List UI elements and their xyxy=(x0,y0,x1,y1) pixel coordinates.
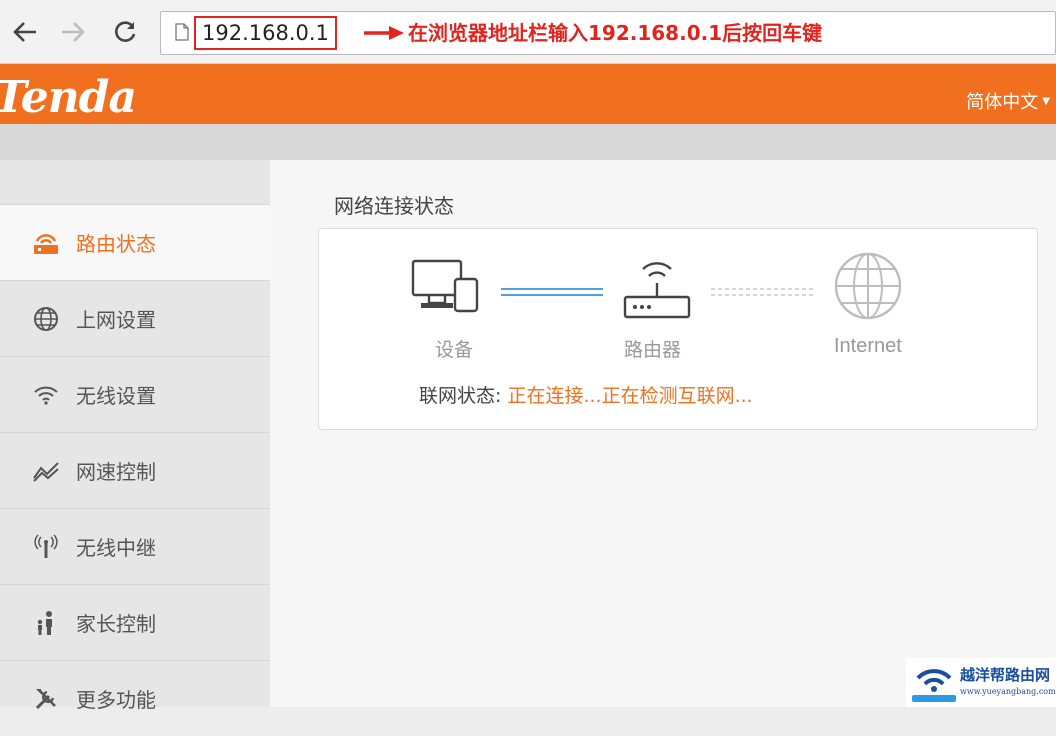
annotation-text: 在浏览器地址栏输入192.168.0.1后按回车键 xyxy=(408,21,823,45)
forward-arrow-icon xyxy=(62,22,85,42)
sidebar-item-label: 路由状态 xyxy=(76,232,156,256)
sidebar-item-wireless-repeater[interactable]: 无线中继 xyxy=(0,508,270,584)
sidebar-item-wireless-settings[interactable]: 无线设置 xyxy=(0,356,270,432)
sidebar-item-label: 家长控制 xyxy=(76,612,156,636)
header-band xyxy=(0,124,1056,160)
watermark: 越洋帮路由网 www.yueyangbang.com xyxy=(906,658,1056,707)
sidebar-item-parental-control[interactable]: 家长控制 xyxy=(0,584,270,660)
internet-label: Internet xyxy=(834,335,902,357)
watermark-subtitle: www.yueyangbang.com xyxy=(960,687,1056,696)
tenda-logo: Tenda xyxy=(0,72,137,120)
device-icon xyxy=(411,259,479,313)
connection-status-card: 设备 路由器 Internet 联网状态: 正在连接...正在检测互联网... xyxy=(318,228,1038,430)
section-title: 网络连接状态 xyxy=(334,194,454,218)
address-bar[interactable]: 192.168.0.1 在浏览器地址栏输入192.168.0.1后按回车键 xyxy=(160,11,1056,55)
language-selector[interactable]: 简体中文 ▼ xyxy=(966,88,1050,114)
router-status-icon xyxy=(30,227,62,259)
back-arrow-icon xyxy=(13,22,36,42)
language-label: 简体中文 xyxy=(966,92,1039,113)
sidebar-item-internet-settings[interactable]: 上网设置 xyxy=(0,280,270,356)
sidebar-item-speed-control[interactable]: 网速控制 xyxy=(0,432,270,508)
antenna-icon xyxy=(30,531,62,563)
back-button[interactable] xyxy=(10,14,40,50)
annotation-arrow-icon xyxy=(364,26,404,40)
speed-chart-icon xyxy=(30,455,62,487)
wifi-router-logo-icon xyxy=(912,669,956,702)
watermark-title: 越洋帮路由网 xyxy=(960,666,1051,684)
main-content: 网络连接状态 设备 路由器 Internet 联网状态: 正在连接...正在检测… xyxy=(270,160,1056,707)
sidebar-item-router-status[interactable]: 路由状态 xyxy=(0,204,270,280)
sidebar-item-label: 上网设置 xyxy=(76,308,156,332)
page-icon xyxy=(175,23,189,45)
status-label: 联网状态: xyxy=(419,385,502,407)
forward-button[interactable] xyxy=(58,14,88,50)
sidebar-item-label: 网速控制 xyxy=(76,460,156,484)
parent-child-icon xyxy=(30,607,62,639)
globe-icon xyxy=(30,303,62,335)
browser-toolbar: 192.168.0.1 在浏览器地址栏输入192.168.0.1后按回车键 xyxy=(0,0,1056,64)
reload-icon xyxy=(115,21,136,42)
disconnected-link-icon xyxy=(711,288,815,296)
internet-globe-icon xyxy=(834,252,902,320)
tools-icon xyxy=(30,683,62,715)
logo-text: Tenda xyxy=(0,72,136,120)
connected-link-icon xyxy=(501,288,603,296)
router-label: 路由器 xyxy=(624,339,682,361)
url-text[interactable]: 192.168.0.1 xyxy=(194,16,337,50)
router-icon xyxy=(623,262,691,319)
router-header: Tenda 简体中文 ▼ xyxy=(0,64,1056,124)
status-value: 正在连接...正在检测互联网... xyxy=(507,385,753,407)
connection-status: 联网状态: 正在连接...正在检测互联网... xyxy=(419,381,753,408)
chevron-down-icon: ▼ xyxy=(1042,95,1050,107)
wifi-icon xyxy=(30,379,62,411)
sidebar-item-label: 无线设置 xyxy=(76,384,156,408)
sidebar-item-label: 无线中继 xyxy=(76,536,156,560)
sidebar-item-more-features[interactable]: 更多功能 xyxy=(0,660,270,736)
sidebar: 路由状态 上网设置 无线设置 网速控制 无线中继 家长控制 更多功能 xyxy=(0,160,270,712)
sidebar-item-label: 更多功能 xyxy=(76,688,156,712)
device-label: 设备 xyxy=(435,339,474,361)
reload-button[interactable] xyxy=(110,14,140,50)
